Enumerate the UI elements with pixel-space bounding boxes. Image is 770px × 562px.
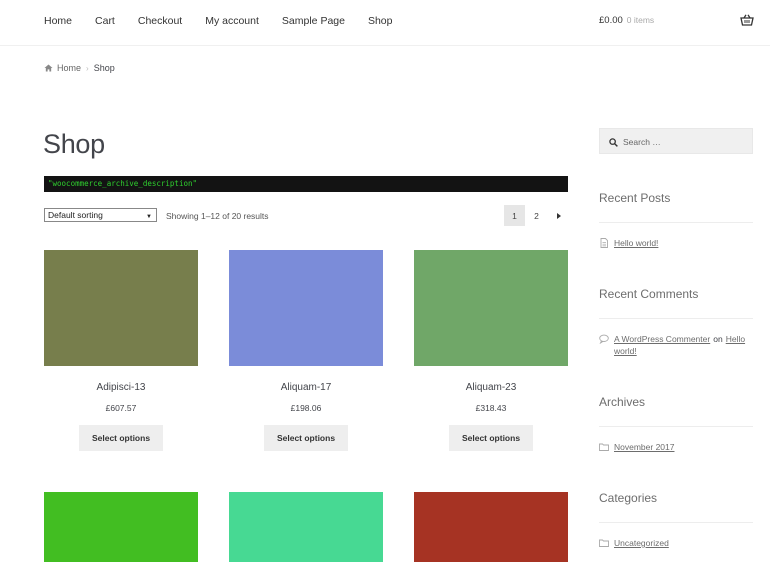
product-price: £198.06: [290, 403, 322, 413]
product-title[interactable]: Aliquam-17: [229, 382, 383, 393]
select-options-button[interactable]: Select options: [449, 425, 533, 451]
nav-item-checkout[interactable]: Checkout: [138, 15, 182, 27]
search-input[interactable]: [623, 135, 743, 148]
arrow-right-icon: [556, 212, 561, 219]
nav-item-sample-page[interactable]: Sample Page: [282, 15, 345, 27]
archive-link[interactable]: November 2017: [614, 441, 674, 453]
product-title[interactable]: Adipisci-13: [44, 382, 198, 393]
recent-posts-title: Recent Posts: [599, 191, 671, 205]
comment-icon: [599, 334, 609, 344]
product-card: Aliquam-23 £318.43 Select options: [414, 250, 568, 451]
folder-icon: [599, 443, 609, 451]
sidebar-search: [599, 128, 753, 154]
product-image[interactable]: [229, 492, 383, 562]
product-card: [229, 492, 383, 562]
recent-post-link[interactable]: Hello world!: [614, 237, 658, 249]
page-2[interactable]: 2: [526, 205, 547, 226]
product-image[interactable]: [229, 250, 383, 366]
product-image[interactable]: [414, 492, 568, 562]
product-price: £607.57: [105, 403, 137, 413]
nav-item-cart[interactable]: Cart: [95, 15, 115, 27]
primary-navigation: Home Cart Checkout My account Sample Pag…: [44, 15, 416, 27]
site-header: Home Cart Checkout My account Sample Pag…: [0, 0, 770, 46]
widget-divider: [599, 522, 753, 523]
comment-text: A WordPress Commenter on Hello world!: [614, 333, 753, 357]
widget-divider: [599, 426, 753, 427]
next-page-button[interactable]: [548, 205, 569, 226]
category-link[interactable]: Uncategorized: [614, 537, 669, 549]
document-icon: [600, 238, 608, 248]
sorting-select[interactable]: Default sorting ▼: [44, 208, 157, 222]
product-card: [414, 492, 568, 562]
archives-title: Archives: [599, 395, 646, 409]
nav-item-my-account[interactable]: My account: [205, 15, 259, 27]
cart-amount: £0.00: [599, 15, 623, 26]
product-card: Adipisci-13 £607.57 Select options: [44, 250, 198, 451]
pagination: 1 2: [504, 205, 570, 226]
product-card: Aliquam-17 £198.06 Select options: [229, 250, 383, 451]
product-image[interactable]: [414, 250, 568, 366]
product-card: [44, 492, 198, 562]
folder-icon: [599, 539, 609, 547]
select-options-button[interactable]: Select options: [79, 425, 163, 451]
product-title[interactable]: Aliquam-23: [414, 382, 568, 393]
sorting-selected-value: Default sorting: [48, 210, 103, 220]
product-image[interactable]: [44, 250, 198, 366]
nav-item-home[interactable]: Home: [44, 15, 72, 27]
breadcrumb-separator: ›: [86, 63, 89, 73]
recent-comments-title: Recent Comments: [599, 287, 699, 301]
page-title: Shop: [43, 129, 105, 159]
product-image[interactable]: [44, 492, 198, 562]
recent-post-item: Hello world!: [599, 237, 753, 249]
result-count: Showing 1–12 of 20 results: [166, 211, 269, 221]
comment-author-link[interactable]: A WordPress Commenter: [614, 334, 710, 344]
search-icon: [609, 138, 618, 147]
select-options-button[interactable]: Select options: [264, 425, 348, 451]
archive-description: "woocommerce_archive_description": [44, 176, 568, 192]
product-price: £318.43: [475, 403, 507, 413]
dropdown-arrow-icon: ▼: [146, 214, 152, 220]
category-item: Uncategorized: [599, 537, 753, 549]
widget-divider: [599, 318, 753, 319]
breadcrumb-home-link[interactable]: Home: [57, 63, 81, 73]
recent-comment-item: A WordPress Commenter on Hello world!: [599, 333, 753, 357]
page-1[interactable]: 1: [504, 205, 525, 226]
basket-icon[interactable]: [740, 14, 754, 26]
widget-divider: [599, 222, 753, 223]
breadcrumb-current: Shop: [93, 63, 115, 73]
comment-on-text: on: [713, 334, 723, 344]
breadcrumb: Home › Shop: [44, 63, 115, 73]
categories-title: Categories: [599, 491, 658, 505]
nav-item-shop[interactable]: Shop: [368, 15, 393, 27]
home-icon: [44, 64, 53, 72]
cart-count: 0 items: [626, 15, 655, 25]
header-cart-summary[interactable]: £0.00 0 items: [599, 15, 654, 26]
archive-item: November 2017: [599, 441, 753, 453]
